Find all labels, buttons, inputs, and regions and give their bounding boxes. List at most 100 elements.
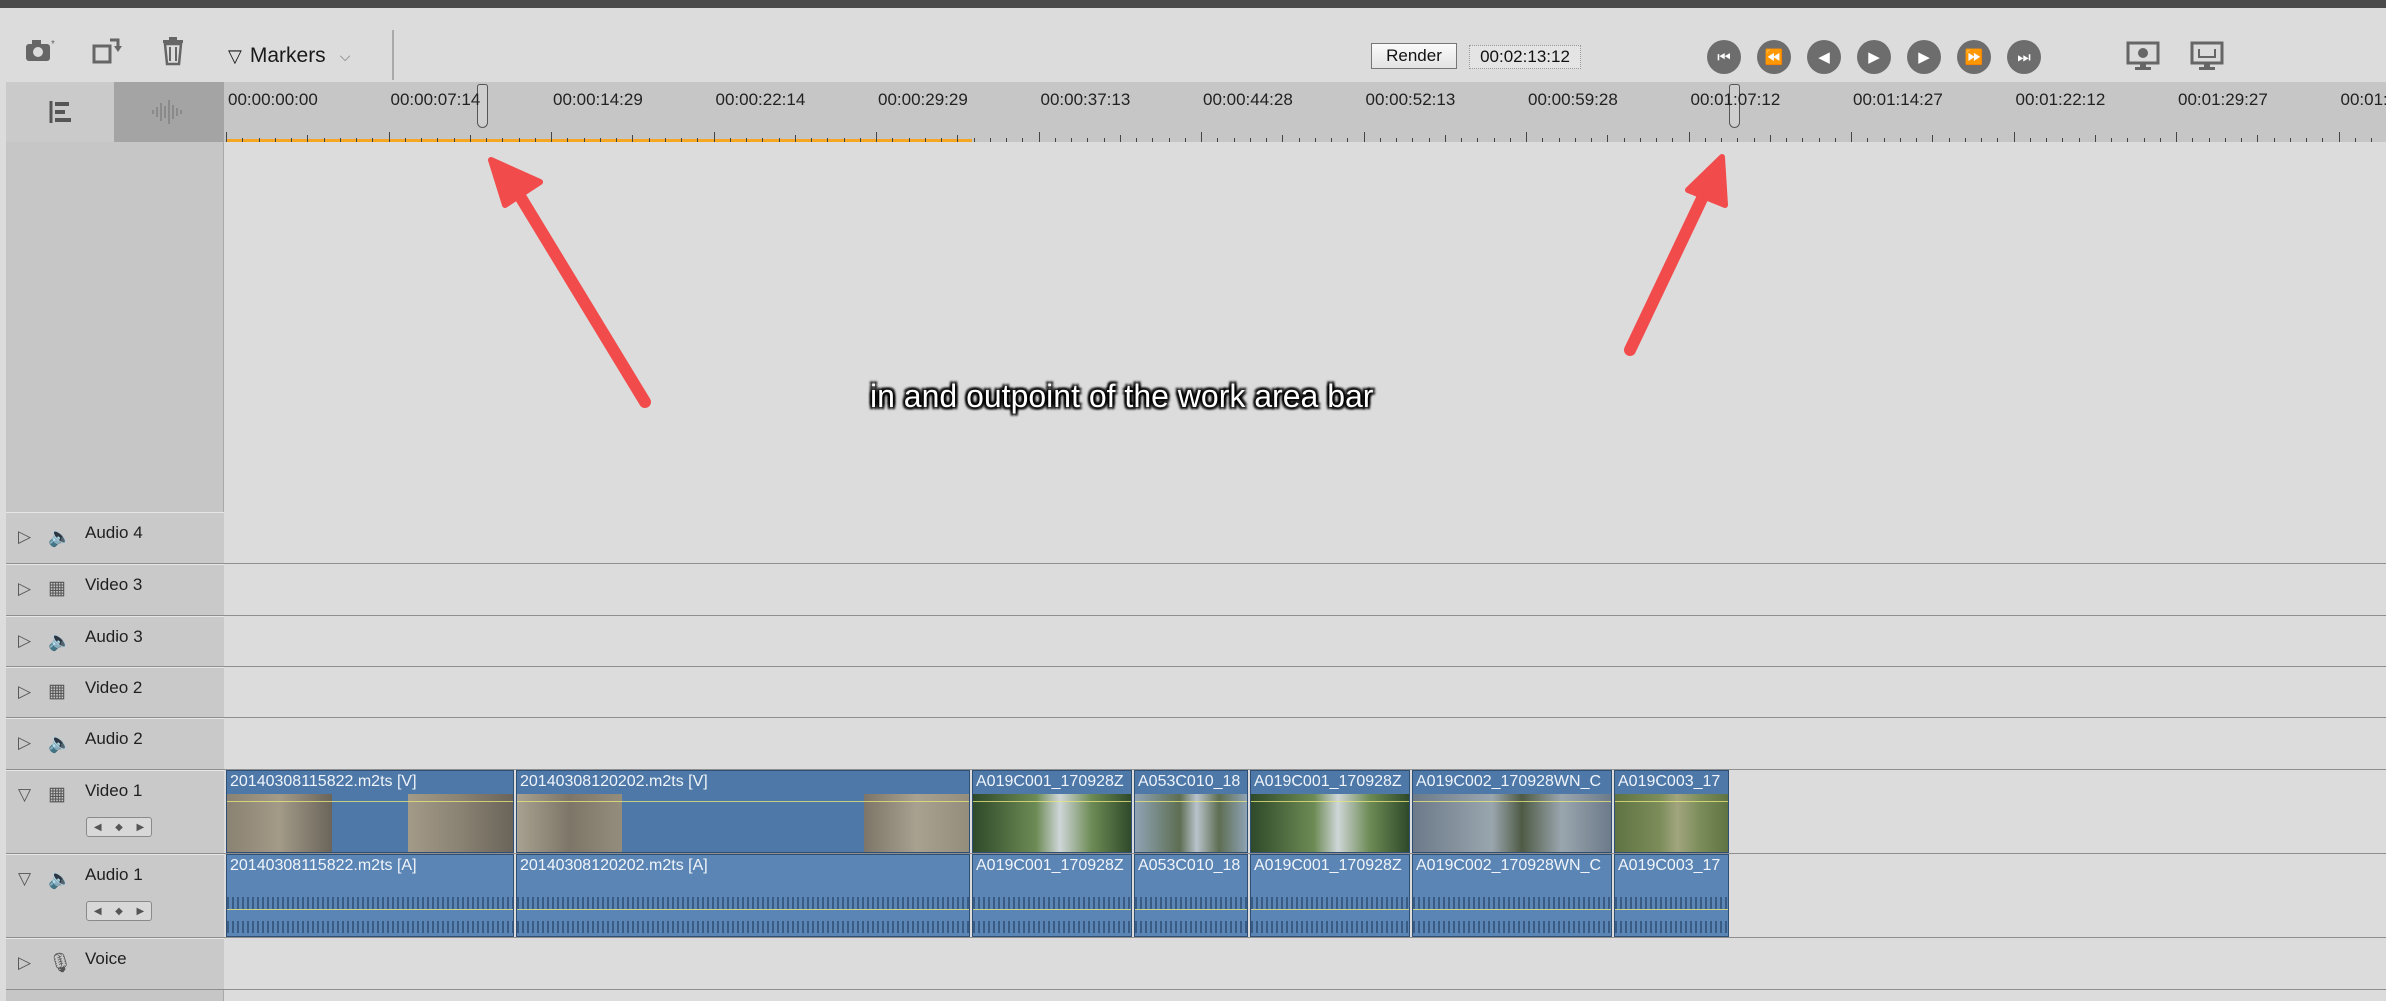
camera-icon[interactable]: * [20,30,62,72]
collapse-triangle-icon[interactable]: ▽ [18,869,31,889]
opacity-line[interactable] [1413,801,1611,802]
volume-line[interactable] [1615,909,1728,910]
play-icon[interactable]: ▶ [1857,40,1891,74]
track-header-voice[interactable]: ▷ 🎙 Voice [6,938,224,990]
expand-triangle-icon[interactable]: ▷ [18,527,31,547]
track-header-video-3[interactable]: ▷ ▦ Video 3 [6,564,224,616]
track-header-audio-3[interactable]: ▷ 🔈 Audio 3 [6,616,224,667]
track-lane-audio-1[interactable]: 20140308115822.m2ts [A] 20140308120202.m2… [224,854,2386,938]
previous-edit-icon[interactable]: ⏪ [1757,40,1791,74]
expand-triangle-icon[interactable]: ▷ [18,953,31,973]
track-lane-video-2[interactable] [224,667,2386,718]
render-settings-icon[interactable] [2124,38,2162,74]
step-forward-icon[interactable]: ▶ [1907,40,1941,74]
track-lane-audio-4[interactable] [224,512,2386,564]
expand-triangle-icon[interactable]: ▷ [18,579,31,599]
track-header-audio-1[interactable]: ▽ 🔈 Audio 1 ◀ ◆ ▶ [6,854,224,938]
keyframe-navigator[interactable]: ◀ ◆ ▶ [86,817,152,837]
expand-triangle-icon[interactable]: ▷ [18,682,31,702]
render-button[interactable]: Render [1371,43,1457,69]
prev-keyframe-icon[interactable]: ◀ [94,906,102,917]
next-keyframe-icon[interactable]: ▶ [136,906,144,917]
film-icon[interactable]: ▦ [48,577,66,600]
prev-keyframe-icon[interactable]: ◀ [94,822,102,833]
track-header-audio-4[interactable]: ▷ 🔈 Audio 4 [6,512,224,564]
clip-label: A019C003_17 [1618,857,1721,874]
audio-clip[interactable]: 20140308120202.m2ts [A] [516,854,970,937]
next-keyframe-icon[interactable]: ▶ [136,822,144,833]
audio-waveform-icon[interactable] [114,82,224,142]
track-name: Video 2 [85,678,143,697]
video-clip[interactable]: A019C002_170928WN_C [1412,770,1612,853]
rotate-icon[interactable] [86,30,128,72]
volume-line[interactable] [227,909,513,910]
ruler-tick [1038,132,1040,142]
track-header-video-2[interactable]: ▷ ▦ Video 2 [6,667,224,718]
trash-icon[interactable] [152,30,194,72]
step-back-icon[interactable]: ◀ [1807,40,1841,74]
expand-triangle-icon[interactable]: ▷ [18,733,31,753]
track-lane-video-3[interactable] [224,564,2386,616]
audio-clip[interactable]: A019C002_170928WN_C [1412,854,1612,937]
timecode-display[interactable]: 00:02:13:12 [1469,45,1581,69]
expand-triangle-icon[interactable]: ▷ [18,631,31,651]
track-lane-audio-2[interactable] [224,718,2386,770]
track-header-audio-2[interactable]: ▷ 🔈 Audio 2 [6,718,224,770]
volume-line[interactable] [1135,909,1247,910]
opacity-line[interactable] [517,801,969,802]
opacity-line[interactable] [1135,801,1247,802]
add-keyframe-icon[interactable]: ◆ [115,822,123,833]
video-clip[interactable]: A019C001_170928Z [972,770,1132,853]
opacity-line[interactable] [973,801,1131,802]
speaker-icon[interactable]: 🔈 [48,629,72,653]
video-clip[interactable]: A019C003_17 [1614,770,1729,853]
track-lane-voice[interactable] [224,938,2386,990]
timeline-toolbar: * ▽ Markers ⌵ Render 00:02:13:12 ⏮ ⏪ ◀ ▶… [0,8,2386,82]
speaker-icon[interactable]: 🔈 [48,731,72,755]
collapse-triangle-icon[interactable]: ▽ [18,785,31,805]
audio-clip[interactable]: A019C003_17 [1614,854,1729,937]
ruler-tick [1607,135,1609,142]
video-clip[interactable]: A053C010_18 [1134,770,1248,853]
rewind-to-start-icon[interactable]: ⏮ [1707,40,1741,74]
audio-clip[interactable]: A019C001_170928Z [972,854,1132,937]
add-keyframe-icon[interactable]: ◆ [115,906,123,917]
audio-waveform [517,921,969,933]
video-clip[interactable]: 20140308115822.m2ts [V] [226,770,514,853]
audio-waveform [227,921,513,933]
audio-waveform [1251,897,1409,909]
track-view-icon[interactable] [6,82,114,142]
speaker-icon[interactable]: 🔈 [48,867,72,891]
opacity-line[interactable] [227,801,513,802]
volume-line[interactable] [517,909,969,910]
volume-line[interactable] [1251,909,1409,910]
film-icon[interactable]: ▦ [48,783,66,806]
clip-label: A019C001_170928Z [1254,857,1402,874]
clip-thumbnail [1413,794,1611,852]
video-clip[interactable]: 20140308120202.m2ts [V] [516,770,970,853]
next-edit-icon[interactable]: ⏩ [1957,40,1991,74]
audio-clip[interactable]: 20140308115822.m2ts [A] [226,854,514,937]
forward-to-end-icon[interactable]: ⏭ [2007,40,2041,74]
track-header-video-1[interactable]: ▽ ▦ Video 1 ◀ ◆ ▶ [6,770,224,854]
audio-clip[interactable]: A019C001_170928Z [1250,854,1410,937]
ruler-time-label: 00:00:14:29 [553,90,643,109]
audio-waveform [1413,921,1611,933]
film-icon[interactable]: ▦ [48,680,66,703]
track-lane-video-1[interactable]: 20140308115822.m2ts [V] 20140308120202.m2… [224,770,2386,854]
keyframe-navigator[interactable]: ◀ ◆ ▶ [86,901,152,921]
timeline-ruler[interactable]: 00:00:00:00 00:00:07:14 00:00:14:29 00:00:2… [224,82,2386,143]
opacity-line[interactable] [1615,801,1728,802]
audio-clip[interactable]: A053C010_18 [1134,854,1248,937]
track-lane-audio-3[interactable] [224,616,2386,667]
markers-dropdown[interactable]: ▽ Markers ⌵ [228,36,350,76]
video-clip[interactable]: A019C001_170928Z [1250,770,1410,853]
microphone-icon[interactable]: 🎙 [48,951,72,975]
ruler-tick [1363,132,1365,142]
volume-line[interactable] [1413,909,1611,910]
volume-line[interactable] [973,909,1131,910]
speaker-icon[interactable]: 🔈 [48,525,72,549]
ruler-tick [307,135,309,142]
fullscreen-icon[interactable] [2188,38,2226,74]
opacity-line[interactable] [1251,801,1409,802]
